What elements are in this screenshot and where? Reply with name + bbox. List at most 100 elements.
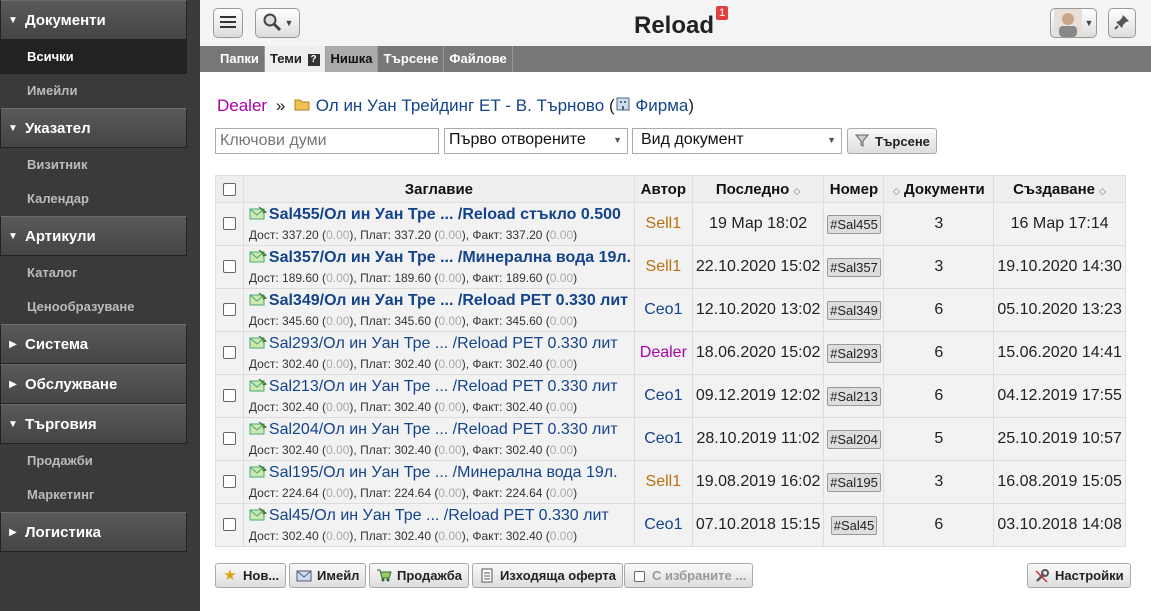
title-cell: Sal45/Ол ин Уан Тре ... /Reload PET 0.33… <box>242 503 635 547</box>
row-checkbox[interactable] <box>222 217 236 231</box>
sidebar-item[interactable]: Маркетинг <box>0 478 187 512</box>
thread-title-link[interactable]: Sal455/Ол ин Уан Тре ... /Reload стъкло … <box>269 206 621 223</box>
sidebar-item[interactable]: Продажби <box>0 444 187 478</box>
sidebar-item[interactable]: Каталог <box>0 256 187 290</box>
table-row[interactable]: Sal357/Ол ин Уан Тре ... /Минерална вода… <box>215 245 1126 289</box>
doc-number-tag[interactable]: #Sal204 <box>827 429 881 449</box>
with-selected-button[interactable]: С избраните ... <box>624 563 754 588</box>
sort-icon: ◇ <box>1099 185 1107 196</box>
sidebar-item[interactable]: Календар <box>0 182 187 216</box>
thread-title-link[interactable]: Sal213/Ол ин Уан Тре ... /Reload PET 0.3… <box>269 378 618 395</box>
settings-button[interactable]: Настройки <box>1027 563 1131 588</box>
row-checkbox[interactable] <box>222 260 236 274</box>
menu-button[interactable] <box>213 8 243 38</box>
help-icon[interactable]: ? <box>307 53 320 66</box>
thread-title-link[interactable]: Sal45/Ол ин Уан Тре ... /Reload PET 0.33… <box>269 507 609 524</box>
author-link[interactable]: Sell1 <box>646 473 682 490</box>
header-docs[interactable]: ◇ Документи <box>883 175 995 203</box>
thread-title-link[interactable]: Sal357/Ол ин Уан Тре ... /Минерална вода… <box>269 249 631 266</box>
author-link[interactable]: Ceo1 <box>644 516 682 533</box>
sidebar-section-0[interactable]: ▼ Документи <box>0 0 187 40</box>
email-button[interactable]: Имейл <box>289 563 367 588</box>
row-checkbox[interactable] <box>222 346 236 360</box>
table-row[interactable]: Sal204/Ол ин Уан Тре ... /Reload PET 0.3… <box>215 417 1126 461</box>
delivered-diff: 0.00 <box>326 400 350 414</box>
order-select[interactable]: Първо отворените ▼ <box>444 128 628 154</box>
sidebar-section-2[interactable]: ▼ Артикули <box>0 216 187 256</box>
invoiced-amount: 224.64 <box>505 486 543 500</box>
doc-number-tag[interactable]: #Sal349 <box>827 300 881 320</box>
doc-number-tag[interactable]: #Sal195 <box>827 472 881 492</box>
select-all-checkbox[interactable] <box>222 183 236 197</box>
company-type-link[interactable]: Фирма <box>635 96 688 115</box>
table-row[interactable]: Sal213/Ол ин Уан Тре ... /Reload PET 0.3… <box>215 374 1126 418</box>
author-link[interactable]: Dealer <box>640 344 687 361</box>
select-all-header <box>215 175 244 203</box>
header-created[interactable]: Създаване ◇ <box>993 175 1126 203</box>
doc-number-tag[interactable]: #Sal45 <box>830 515 878 535</box>
breadcrumb-root-link[interactable]: Dealer <box>217 96 267 115</box>
sidebar-section-1[interactable]: ▼ Указател <box>0 108 187 148</box>
paid-label: Плат: <box>360 486 391 500</box>
tab-files[interactable]: Файлове <box>444 46 513 72</box>
author-link[interactable]: Ceo1 <box>644 301 682 318</box>
table-row[interactable]: Sal455/Ол ин Уан Тре ... /Reload стъкло … <box>215 202 1126 246</box>
outgoing-offer-button[interactable]: Изходяща оферта <box>472 563 624 588</box>
paid-diff: 0.00 <box>438 443 462 457</box>
triangle-down-icon: ▼ <box>8 230 18 242</box>
doctype-select[interactable]: Вид документ ▼ <box>632 128 842 154</box>
sidebar-item[interactable]: Ценообразуване <box>0 290 187 324</box>
author-link[interactable]: Sell1 <box>646 258 682 275</box>
header-last[interactable]: Последно ◇ <box>691 175 825 203</box>
invoiced-label: Факт: <box>472 357 503 371</box>
breadcrumb-folder-link[interactable]: Ол ин Уан Трейдинг ЕТ - В. Търново <box>316 96 604 115</box>
sidebar-item[interactable]: Визитник <box>0 148 187 182</box>
sidebar-item[interactable]: Всички <box>0 40 187 74</box>
table-row[interactable]: Sal195/Ол ин Уан Тре ... /Минерална вода… <box>215 460 1126 504</box>
row-checkbox[interactable] <box>222 432 236 446</box>
notification-badge[interactable]: 1 <box>716 6 729 20</box>
table-row[interactable]: Sal349/Ол ин Уан Тре ... /Reload PET 0.3… <box>215 288 1126 332</box>
tab-thread[interactable]: Нишка <box>325 46 379 72</box>
invoiced-label: Факт: <box>472 271 503 285</box>
user-menu-button[interactable]: ▼ <box>1050 8 1097 38</box>
row-checkbox[interactable] <box>222 518 236 532</box>
author-link[interactable]: Sell1 <box>646 215 682 232</box>
sidebar-section-3[interactable]: ▶ Система <box>0 324 187 364</box>
sidebar-section-4[interactable]: ▶ Обслужване <box>0 364 187 404</box>
row-checkbox[interactable] <box>222 389 236 403</box>
tab-topics[interactable]: Теми ? <box>264 46 326 72</box>
search-button[interactable]: Търсене <box>847 128 937 154</box>
keywords-input[interactable] <box>215 128 439 154</box>
sale-button[interactable]: Продажба <box>369 563 470 588</box>
search-menu-button[interactable]: ▼ <box>255 8 300 38</box>
sidebar-item[interactable]: Имейли <box>0 74 187 108</box>
sidebar-section-6[interactable]: ▶ Логистика <box>0 512 187 552</box>
thread-title-link[interactable]: Sal204/Ол ин Уан Тре ... /Reload PET 0.3… <box>269 421 618 438</box>
author-link[interactable]: Ceo1 <box>644 387 682 404</box>
row-checkbox[interactable] <box>222 475 236 489</box>
doc-number-tag[interactable]: #Sal455 <box>827 214 881 234</box>
invoiced-amount: 302.40 <box>505 357 543 371</box>
thread-title-link[interactable]: Sal195/Ол ин Уан Тре ... /Минерална вода… <box>269 464 618 481</box>
breadcrumb-separator: » <box>275 96 286 115</box>
tab-label: Търсене <box>383 51 439 66</box>
sale-doc-icon <box>249 421 267 441</box>
doc-number-tag[interactable]: #Sal293 <box>827 343 881 363</box>
new-button[interactable]: ★ Нов... <box>215 563 287 588</box>
sidebar-section-5[interactable]: ▼ Търговия <box>0 404 187 444</box>
star-icon: ★ <box>223 566 237 584</box>
tab-search[interactable]: Търсене <box>378 46 445 72</box>
pin-button[interactable] <box>1108 8 1136 38</box>
tab-folders[interactable]: Папки <box>215 46 265 72</box>
author-link[interactable]: Ceo1 <box>644 430 682 447</box>
title-cell: Sal455/Ол ин Уан Тре ... /Reload стъкло … <box>242 202 635 246</box>
table-row[interactable]: Sal45/Ол ин Уан Тре ... /Reload PET 0.33… <box>215 503 1126 547</box>
row-checkbox[interactable] <box>222 303 236 317</box>
doc-number-tag[interactable]: #Sal357 <box>827 257 881 277</box>
thread-title-link[interactable]: Sal349/Ол ин Уан Тре ... /Reload PET 0.3… <box>269 292 628 309</box>
thread-title-link[interactable]: Sal293/Ол ин Уан Тре ... /Reload PET 0.3… <box>269 335 618 352</box>
table-row[interactable]: Sal293/Ол ин Уан Тре ... /Reload PET 0.3… <box>215 331 1126 375</box>
doc-number-tag[interactable]: #Sal213 <box>827 386 881 406</box>
docs-cell: 3 <box>883 245 995 289</box>
